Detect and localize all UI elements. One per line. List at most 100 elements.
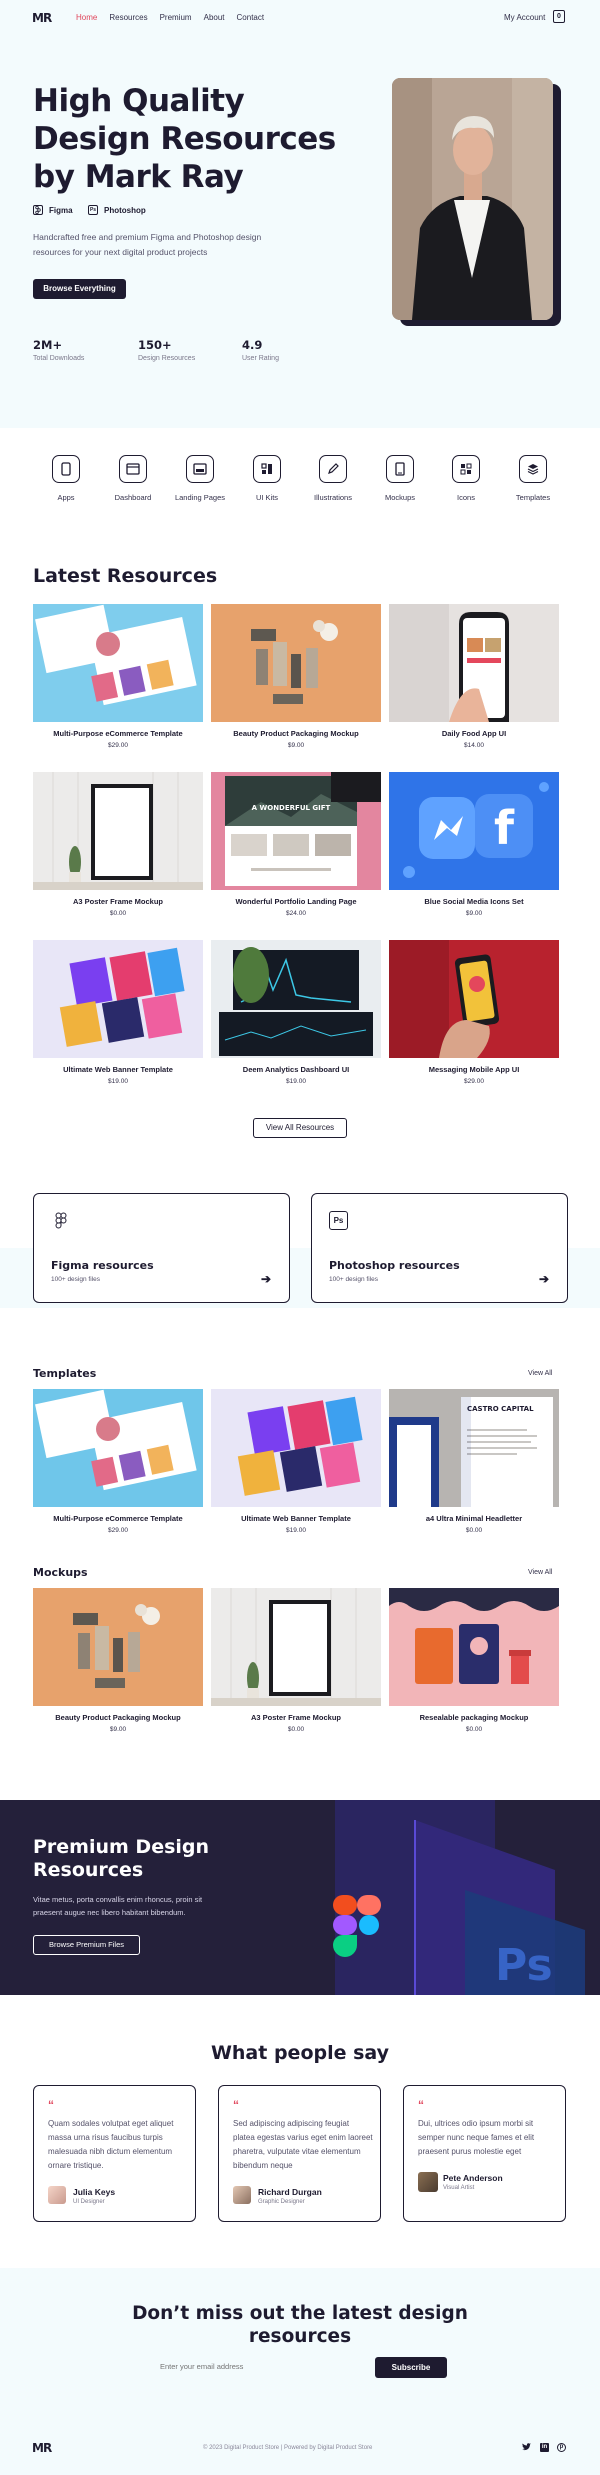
mockup-card[interactable]: Beauty Product Packaging Mockup $9.00 xyxy=(33,1588,203,1733)
resource-card-title: Photoshop resources xyxy=(329,1259,460,1272)
icons-icon xyxy=(452,455,480,483)
testimonial-role: Visual Artist xyxy=(443,2185,475,2191)
stat-label: Total Downloads xyxy=(33,355,85,362)
figma-icon xyxy=(51,1211,70,1230)
category-label: Mockups xyxy=(384,493,415,502)
resource-price: $19.00 xyxy=(286,1078,306,1085)
testimonial-card: “ Dui, ultrices odio ipsum morbi sit sem… xyxy=(403,2085,566,2222)
premium-illustration: Ps xyxy=(295,1800,600,1995)
template-card[interactable]: Ultimate Web Banner Template $19.00 xyxy=(211,1389,381,1534)
templates-view-all-link[interactable]: View All xyxy=(528,1370,552,1377)
category-dashboard[interactable]: Dashboard xyxy=(103,455,163,502)
arrow-right-icon: ➔ xyxy=(538,1272,549,1286)
resource-card[interactable]: f Blue Social Media Icons Set $9.00 xyxy=(389,772,559,917)
nav-link-about[interactable]: About xyxy=(204,13,225,22)
resource-title: Beauty Product Packaging Mockup xyxy=(233,729,359,738)
hero-title: High Quality Design Resources by Mark Ra… xyxy=(33,83,336,195)
testimonial-text: Dui, ultrices odio ipsum morbi sit sempe… xyxy=(418,2119,535,2156)
letterhead-text: CASTRO CAPITAL xyxy=(467,1405,534,1413)
resource-card[interactable]: Daily Food App UI $14.00 xyxy=(389,604,559,749)
browse-everything-button[interactable]: Browse Everything xyxy=(33,279,126,299)
ps-logo-text: Ps xyxy=(495,1940,553,1991)
resource-thumbnail xyxy=(33,604,203,722)
resource-card[interactable]: Beauty Product Packaging Mockup $9.00 xyxy=(211,604,381,749)
resource-card[interactable]: Multi-Purpose eCommerce Template $29.00 xyxy=(33,604,203,749)
resource-card[interactable]: Ultimate Web Banner Template $19.00 xyxy=(33,940,203,1085)
category-label: Landing Pages xyxy=(174,493,226,502)
illustrations-icon xyxy=(319,455,347,483)
category-bar: Apps Dashboard Landing Pages UI Kits Ill… xyxy=(0,455,600,515)
testimonial-name: Richard Durgan xyxy=(258,2187,322,2197)
svg-text:f: f xyxy=(494,801,515,855)
category-illustrations[interactable]: Illustrations xyxy=(303,455,363,502)
pinterest-icon[interactable]: p xyxy=(557,2443,566,2452)
resource-card[interactable]: A3 Poster Frame Mockup $0.00 xyxy=(33,772,203,917)
tool-photoshop-label: Photoshop xyxy=(104,205,146,215)
template-card[interactable]: Multi-Purpose eCommerce Template $29.00 xyxy=(33,1389,203,1534)
testimonial-name: Julia Keys xyxy=(73,2187,116,2197)
premium-description: Vitae metus, porta convallis enim rhoncu… xyxy=(33,1895,203,1917)
testimonials-title: What people say xyxy=(210,2042,390,2064)
logo[interactable]: MR xyxy=(32,11,52,25)
mockup-title: A3 Poster Frame Mockup xyxy=(250,1713,342,1722)
mockup-card[interactable]: A3 Poster Frame Mockup $0.00 xyxy=(211,1588,381,1733)
resource-price: $29.00 xyxy=(108,742,128,749)
template-card[interactable]: CASTRO CAPITAL a4 Ultra Minimal Headlett… xyxy=(389,1389,559,1534)
template-thumbnail xyxy=(33,1389,203,1507)
photoshop-resources-card[interactable]: Ps Photoshop resources 100+ design files… xyxy=(311,1193,568,1303)
premium-section: Premium Design Resources Vitae metus, po… xyxy=(0,1800,600,1995)
category-icons[interactable]: Icons xyxy=(436,455,496,502)
resource-title: A3 Poster Frame Mockup xyxy=(72,897,164,906)
figma-resources-card[interactable]: Figma resources 100+ design files ➔ xyxy=(33,1193,290,1303)
resource-thumbnail xyxy=(211,604,381,722)
mockup-price: $0.00 xyxy=(287,1726,305,1733)
browse-premium-button[interactable]: Browse Premium Files xyxy=(33,1935,140,1955)
category-mockups[interactable]: Mockups xyxy=(370,455,430,502)
testimonial-text: Quam sodales volutpat eget aliquet massa… xyxy=(48,2119,174,2170)
cart-count: 0 xyxy=(557,13,561,20)
top-nav: MR Home Resources Premium About Contact … xyxy=(0,0,600,36)
nav-link-contact[interactable]: Contact xyxy=(237,13,265,22)
category-label: Apps xyxy=(57,493,75,502)
category-landing-pages[interactable]: Landing Pages xyxy=(170,455,230,502)
category-templates[interactable]: Templates xyxy=(503,455,563,502)
resource-price: $24.00 xyxy=(286,910,306,917)
template-title: Ultimate Web Banner Template xyxy=(241,1514,351,1523)
category-label: Icons xyxy=(457,493,475,502)
linkedin-icon[interactable]: in xyxy=(540,2443,549,2452)
category-label: Dashboard xyxy=(114,493,152,502)
nav-link-resources[interactable]: Resources xyxy=(109,13,147,22)
quote-icon: “ xyxy=(418,2098,424,2112)
newsletter-section: Don’t miss out the latest design resourc… xyxy=(0,2268,600,2418)
my-account-link[interactable]: My Account xyxy=(504,13,545,22)
resource-price: $9.00 xyxy=(465,910,483,917)
mockup-thumbnail xyxy=(33,1588,203,1706)
mockups-view-all-link[interactable]: View All xyxy=(528,1569,552,1576)
mockup-price: $0.00 xyxy=(465,1726,483,1733)
mockup-card[interactable]: Resealable packaging Mockup $0.00 xyxy=(389,1588,559,1733)
landing-pages-icon xyxy=(186,455,214,483)
view-all-resources-button[interactable]: View All Resources xyxy=(253,1118,347,1138)
footer: MR © 2023 Digital Product Store | Powere… xyxy=(0,2418,600,2475)
twitter-icon[interactable] xyxy=(522,2443,531,2453)
resource-card[interactable]: Deem Analytics Dashboard UI $19.00 xyxy=(211,940,381,1085)
tool-photoshop: Ps Photoshop xyxy=(88,205,146,215)
resource-card[interactable]: A WONDERFUL GIFT Wonderful Portfolio Lan… xyxy=(211,772,381,917)
subscribe-button[interactable]: Subscribe xyxy=(375,2357,447,2378)
category-ui-kits[interactable]: UI Kits xyxy=(237,455,297,502)
latest-resources-title: Latest Resources xyxy=(33,565,218,587)
testimonial-role: Graphic Designer xyxy=(258,2199,305,2205)
nav-link-home[interactable]: Home xyxy=(76,13,97,22)
template-title: Multi-Purpose eCommerce Template xyxy=(53,1514,183,1523)
avatar xyxy=(48,2186,66,2204)
email-input[interactable] xyxy=(155,2357,370,2377)
category-apps[interactable]: Apps xyxy=(36,455,96,502)
footer-logo[interactable]: MR xyxy=(32,2441,52,2455)
quote-icon: “ xyxy=(233,2098,239,2112)
cart-icon[interactable]: 0 xyxy=(553,10,565,23)
mockup-thumbnail xyxy=(389,1588,559,1706)
hero-portrait-image xyxy=(392,78,553,320)
nav-link-premium[interactable]: Premium xyxy=(160,13,192,22)
resource-card[interactable]: Messaging Mobile App UI $29.00 xyxy=(389,940,559,1085)
testimonial-name: Pete Anderson xyxy=(443,2173,503,2183)
